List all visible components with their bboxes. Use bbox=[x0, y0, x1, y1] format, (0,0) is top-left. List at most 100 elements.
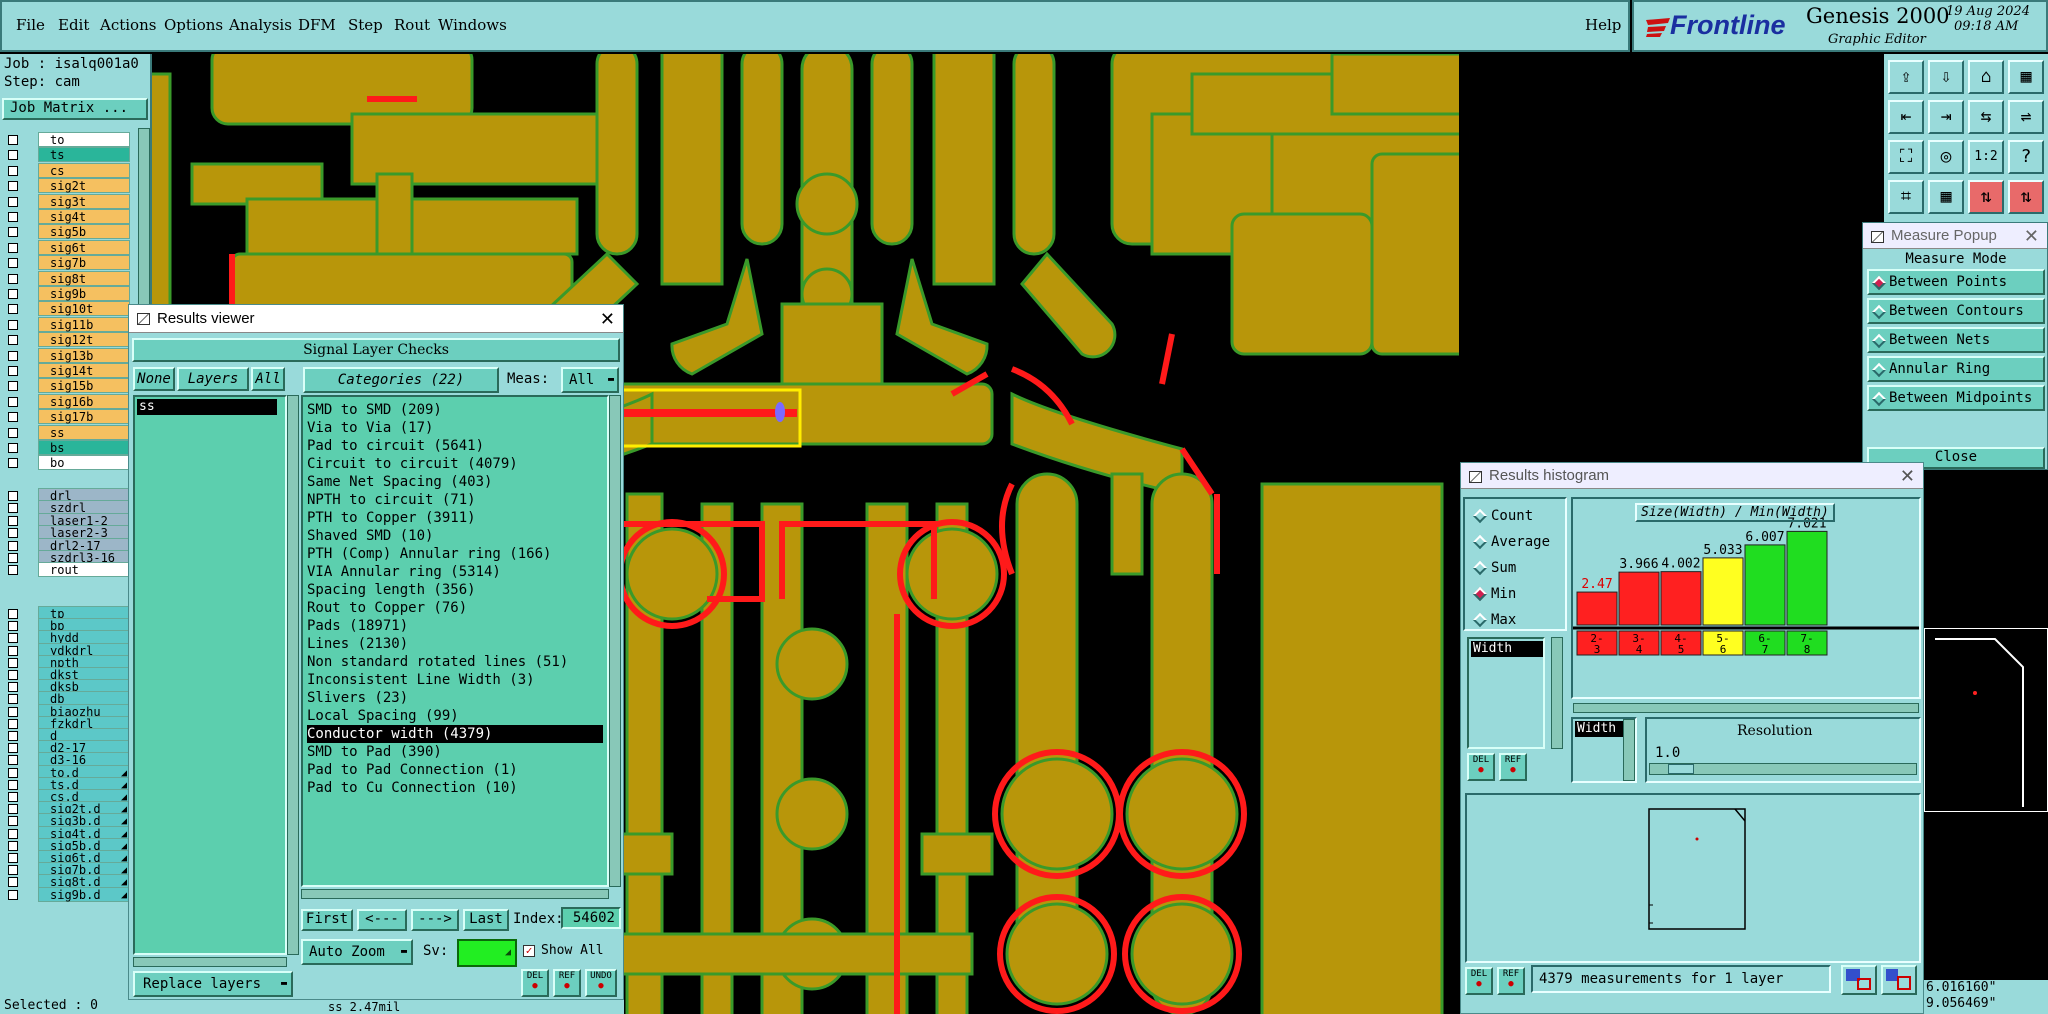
layer-checkbox[interactable] bbox=[8, 289, 18, 299]
category-item[interactable]: PTH (Comp) Annular ring (166) bbox=[307, 545, 551, 563]
histogram-bar[interactable] bbox=[1618, 571, 1660, 626]
layer-result-list[interactable]: ss bbox=[133, 395, 287, 955]
layer-name[interactable]: bo bbox=[38, 455, 130, 471]
grid-icon[interactable]: ▦ bbox=[1928, 180, 1964, 214]
menu-help[interactable]: Help bbox=[1585, 16, 1621, 34]
category-item[interactable]: Inconsistent Line Width (3) bbox=[307, 671, 535, 689]
layer-checkbox[interactable] bbox=[8, 258, 18, 269]
histogram-bar[interactable] bbox=[1576, 591, 1618, 626]
layer-row[interactable]: sig9b.d ◢ bbox=[8, 886, 130, 902]
measure-mode-option[interactable]: Annular Ring bbox=[1867, 356, 2045, 382]
stat-option[interactable]: Count bbox=[1471, 505, 1533, 527]
layer-name[interactable]: sig14t bbox=[38, 363, 130, 378]
layer-checkbox[interactable] bbox=[8, 366, 18, 376]
layer-name[interactable]: sig7b bbox=[38, 255, 130, 271]
category-item[interactable]: Circuit to circuit (4079) bbox=[307, 455, 518, 473]
layer-checkbox[interactable] bbox=[8, 335, 18, 346]
replace-layers-dropdown[interactable]: Replace layers ▬ bbox=[133, 971, 293, 997]
layer-row[interactable]: sig13b bbox=[8, 347, 130, 363]
categories-button[interactable]: Categories (22) bbox=[303, 367, 499, 393]
layer-name[interactable]: to bbox=[38, 132, 130, 147]
layer-checkbox[interactable] bbox=[8, 273, 18, 284]
category-item[interactable]: Pad to circuit (5641) bbox=[307, 437, 484, 455]
layer-name[interactable]: sig6t bbox=[38, 239, 130, 255]
window-split-icon[interactable]: ▦ bbox=[2008, 60, 2044, 94]
layer-row[interactable]: sig6t bbox=[8, 239, 130, 255]
layer-checkbox[interactable] bbox=[8, 212, 18, 222]
redraw-icon[interactable]: ⇌ bbox=[2008, 100, 2044, 134]
layer-row[interactable]: to bbox=[8, 132, 130, 147]
layer-row[interactable]: sig4t bbox=[8, 209, 130, 224]
layer-compare-icon[interactable]: ⇅ bbox=[1968, 180, 2004, 214]
layer-row[interactable]: ts bbox=[8, 147, 130, 163]
home-icon[interactable]: ⌂ bbox=[1968, 60, 2004, 94]
histogram-export-button[interactable] bbox=[1881, 965, 1917, 995]
index-field[interactable]: 54602 bbox=[561, 907, 621, 929]
layer-name[interactable]: sig17b bbox=[38, 409, 130, 425]
layer-checkbox[interactable] bbox=[8, 381, 18, 392]
category-item[interactable]: Non standard rotated lines (51) bbox=[307, 653, 568, 671]
results-viewer-titlebar[interactable]: Results viewer ✕ bbox=[129, 305, 623, 333]
field-scrollbar[interactable] bbox=[1551, 637, 1563, 749]
layer-checkbox[interactable] bbox=[8, 350, 18, 361]
stat-option[interactable]: Sum bbox=[1471, 557, 1516, 579]
category-item[interactable]: Conductor width (4379) bbox=[307, 725, 603, 743]
layer-checkbox[interactable] bbox=[8, 196, 18, 207]
layer-checkbox[interactable] bbox=[8, 412, 18, 423]
menu-options[interactable]: Options bbox=[164, 16, 223, 34]
snap-icon[interactable]: ⌗ bbox=[1888, 180, 1924, 214]
ref-button[interactable]: REF ● bbox=[553, 969, 581, 997]
layer-name[interactable]: bs bbox=[38, 440, 130, 455]
layers-button[interactable]: Layers bbox=[177, 367, 249, 391]
layer-name[interactable]: sig13b bbox=[38, 347, 130, 363]
menu-analysis[interactable]: Analysis bbox=[229, 16, 292, 34]
layer-checkbox[interactable] bbox=[8, 443, 18, 453]
prev-button[interactable]: <--- bbox=[357, 909, 407, 931]
layer-row[interactable]: sig3t bbox=[8, 193, 130, 209]
last-button[interactable]: Last bbox=[463, 909, 509, 931]
layer-row[interactable]: sig9b bbox=[8, 286, 130, 301]
help-icon[interactable]: ? bbox=[2008, 140, 2044, 174]
histogram-layout-button[interactable] bbox=[1841, 965, 1877, 995]
hist-del-button[interactable]: DEL ● bbox=[1467, 753, 1495, 781]
layer-row[interactable]: sig15b bbox=[8, 378, 130, 394]
stat-option[interactable]: Max bbox=[1471, 609, 1516, 631]
category-item[interactable]: Same Net Spacing (403) bbox=[307, 473, 492, 491]
category-item[interactable]: Pads (18971) bbox=[307, 617, 408, 635]
category-item[interactable]: Slivers (23) bbox=[307, 689, 408, 707]
resolution-field-scrollbar[interactable] bbox=[1623, 719, 1635, 781]
field-item-width[interactable]: Width bbox=[1471, 641, 1543, 657]
layer-checkbox[interactable] bbox=[8, 242, 18, 253]
pan-right-icon[interactable]: ⇥ bbox=[1928, 100, 1964, 134]
layer-checkbox[interactable] bbox=[8, 458, 18, 469]
meas-dropdown[interactable]: All ▬ bbox=[561, 367, 619, 393]
pan-center-icon[interactable]: ⇆ bbox=[1968, 100, 2004, 134]
first-button[interactable]: First bbox=[301, 909, 353, 931]
menu-windows[interactable]: Windows bbox=[438, 16, 507, 34]
layer-row[interactable]: sig8t bbox=[8, 270, 130, 286]
layer-checkbox[interactable] bbox=[8, 181, 18, 192]
layer-row[interactable]: sig14t bbox=[8, 363, 130, 378]
layer-name[interactable]: ss bbox=[38, 424, 130, 440]
category-item[interactable]: Shaved SMD (10) bbox=[307, 527, 433, 545]
resolution-slider-handle[interactable] bbox=[1668, 764, 1694, 774]
zoom-fit-icon[interactable]: ⛶ bbox=[1888, 140, 1924, 174]
category-item[interactable]: Lines (2130) bbox=[307, 635, 408, 653]
histogram-bar[interactable] bbox=[1744, 544, 1786, 626]
menu-step[interactable]: Step bbox=[348, 16, 383, 34]
layer-name[interactable]: sig5b bbox=[38, 224, 130, 240]
layer-row[interactable]: sig11b bbox=[8, 316, 130, 332]
layer-checkbox[interactable] bbox=[8, 427, 18, 438]
layer-row[interactable]: sig10t bbox=[8, 301, 130, 317]
menu-dfm[interactable]: DFM bbox=[298, 16, 336, 34]
all-button[interactable]: All bbox=[251, 367, 285, 391]
zoom-center-icon[interactable]: ◎ bbox=[1928, 140, 1964, 174]
layer-name[interactable]: sig9b.d ◢ bbox=[38, 886, 130, 902]
histogram-bar[interactable] bbox=[1702, 557, 1744, 626]
category-item[interactable]: Spacing length (356) bbox=[307, 581, 476, 599]
layer-name[interactable]: rout bbox=[38, 562, 130, 578]
histogram-bar[interactable] bbox=[1786, 530, 1828, 626]
layer-row[interactable]: rout bbox=[8, 562, 130, 578]
layer-name[interactable]: sig16b bbox=[38, 393, 130, 409]
zoom-down-icon[interactable]: ⇩ bbox=[1928, 60, 1964, 94]
